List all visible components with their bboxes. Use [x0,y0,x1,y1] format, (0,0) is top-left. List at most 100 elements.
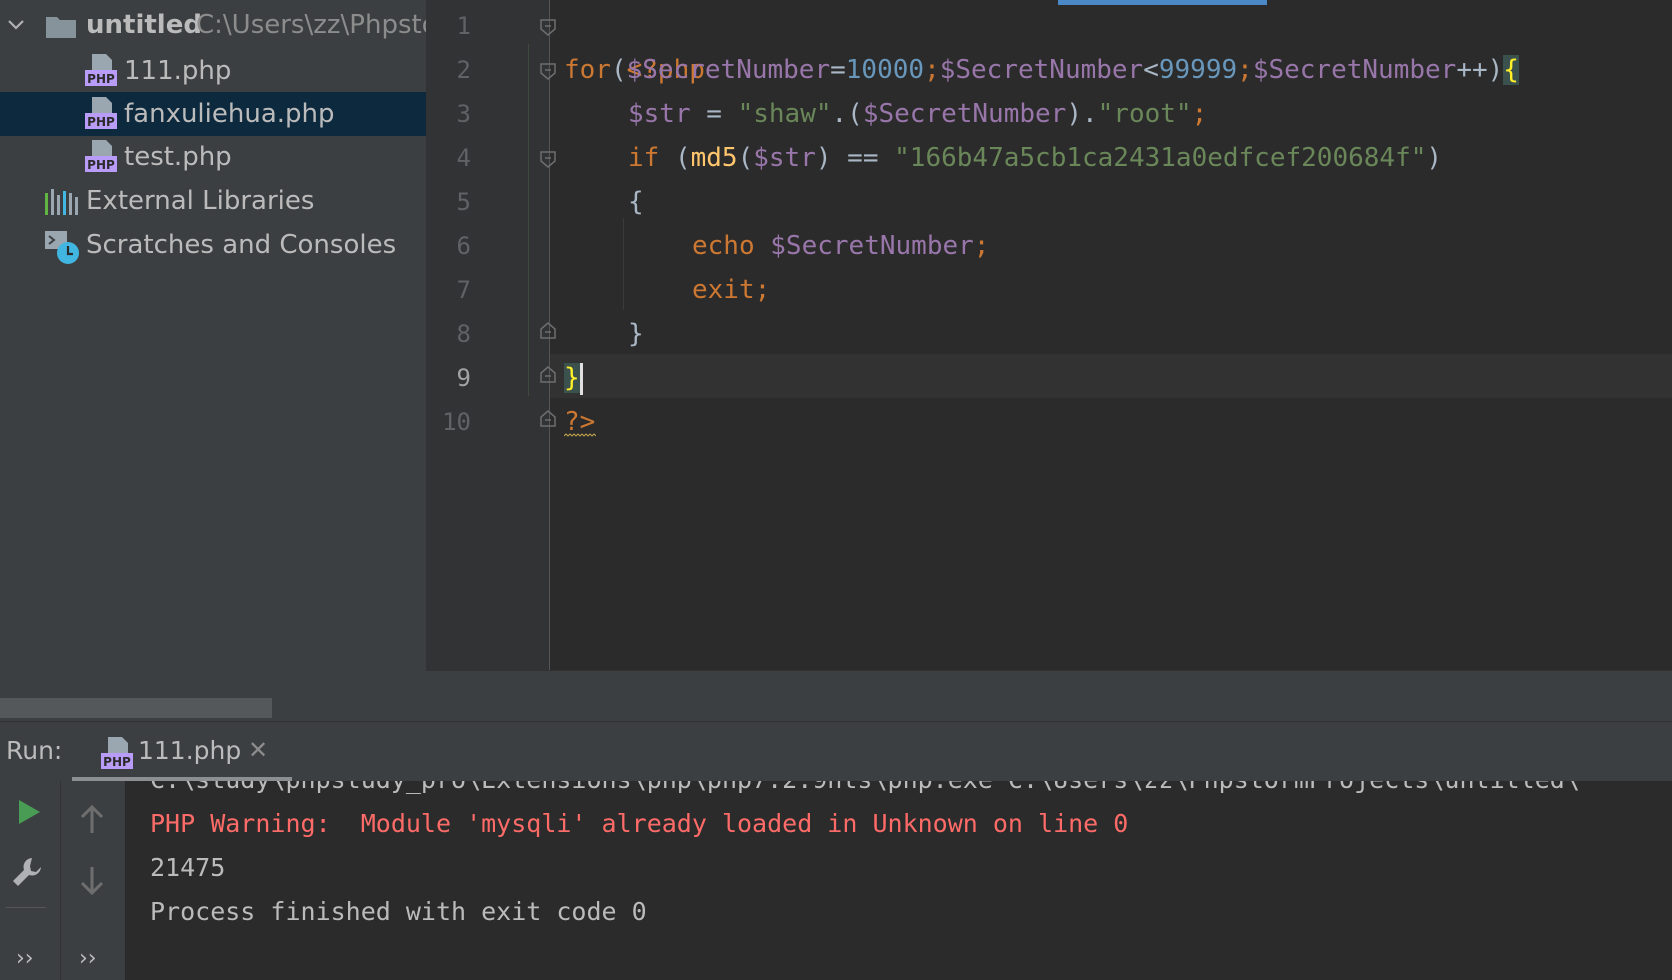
operator: ++ [1456,55,1488,85]
variable: $SecretNumber [1252,55,1457,85]
tree-file-test[interactable]: PHP test.php [0,135,426,179]
external-libraries-label: External Libraries [86,186,315,216]
project-horizontal-scrollbar[interactable] [0,698,272,718]
semicolon: ; [1237,55,1253,85]
svg-text:PHP: PHP [87,115,115,129]
wrench-icon[interactable] [10,855,44,889]
line-number: 3 [456,100,471,128]
console-command-line: C:\study\phpstudy_pro\Extensions\php\php… [150,781,1580,794]
variable: $SecretNumber [862,99,1067,129]
number: 99999 [1158,55,1238,85]
operator: < [1143,55,1159,85]
function-md5: md5 [690,143,738,173]
line-number: 10 [442,408,471,436]
run-tab-111[interactable]: PHP 111.php ✕ [72,722,292,782]
run-tab-label: 111.php [138,736,242,765]
run-icon[interactable] [12,795,46,829]
console-warning-line: PHP Warning: Module 'mysqli' already loa… [150,809,1129,838]
code-line-7: exit; [692,268,770,312]
semicolon: ; [754,275,771,305]
code-line-2: for($SecretNumber=10000;$SecretNumber<99… [564,48,1519,92]
text-caret [579,362,583,395]
number: 10000 [845,55,925,85]
tree-file-111[interactable]: PHP 111.php [0,49,426,93]
operator: ) == [815,143,895,173]
current-line-highlight [550,354,1672,398]
editor-gutter: 1 2 3 4 5 6 7 8 9 10 [426,0,556,670]
punct: ( [737,143,754,173]
punct: .( [831,99,863,129]
tree-scratches[interactable]: Scratches and Consoles [0,223,426,267]
active-tab-indicator [1058,0,1267,5]
fold-marker-icon[interactable] [539,18,557,36]
root-path: C:\Users\zz\Phpstor [196,10,426,40]
fold-marker-icon[interactable] [539,150,557,168]
string: "root" [1097,99,1192,129]
php-file-icon: PHP [85,54,117,86]
scratches-label: Scratches and Consoles [86,230,397,260]
line-number: 8 [456,320,471,348]
line-number: 2 [456,56,471,84]
close-icon[interactable]: ✕ [248,736,268,764]
php-file-icon: PHP [101,737,133,769]
tree-external-libraries[interactable]: External Libraries [0,179,426,223]
console-exit-line: Process finished with exit code 0 [150,897,647,926]
arrow-down-icon[interactable] [75,863,109,897]
variable: $str [628,99,691,129]
punct: ). [1066,99,1098,129]
variable: $SecretNumber [939,55,1144,85]
line-number: 7 [456,276,471,304]
keyword-if: if [628,143,660,173]
punct: ) [1426,143,1443,173]
semicolon: ; [1191,99,1208,129]
more-actions-icon[interactable]: ›› [79,946,97,971]
more-actions-icon[interactable]: ›› [16,946,34,971]
line-number: 6 [456,232,471,260]
fold-marker-icon[interactable] [539,62,557,80]
run-toolbar-primary: ›› [0,781,60,980]
keyword-echo: echo [692,231,755,261]
code-line-5: { [628,180,644,224]
run-console[interactable]: C:\study\phpstudy_pro\Extensions\php\php… [125,781,1672,980]
line-number: 5 [456,188,471,216]
run-tool-window-header: Run: PHP 111.php ✕ [0,721,1672,782]
operator: = [690,99,738,129]
tree-file-label: fanxuliehua.php [124,99,335,129]
string-hash: "166b47a5cb1ca2431a0edfcef200684f" [894,143,1427,173]
code-line-3: $str = "shaw".($SecretNumber)."root"; [628,92,1207,136]
code-line-10: ?> [564,400,595,444]
operator: = [830,55,846,85]
tree-root-untitled[interactable]: untitled C:\Users\zz\Phpstor [0,3,426,47]
variable: $str [753,143,816,173]
line-number-current: 9 [456,364,471,392]
folder-icon [46,17,76,38]
root-name: untitled [86,10,202,40]
code-line-4: if (md5($str) == "166b47a5cb1ca2431a0edf… [628,136,1442,180]
code-editor[interactable]: 1 2 3 4 5 6 7 8 9 10 <?php for($SecretNu… [426,0,1672,670]
matched-brace: } [564,363,580,393]
brace: { [628,187,644,217]
fold-end-marker-icon[interactable] [539,410,557,428]
warning-underline [564,433,596,437]
fold-end-marker-icon[interactable] [539,366,557,384]
arrow-up-icon[interactable] [75,803,109,837]
tree-file-fanxuliehua[interactable]: PHP fanxuliehua.php [0,92,426,136]
code-line-1: <?php [564,4,705,85]
library-icon [45,189,78,215]
fold-end-marker-icon[interactable] [539,322,557,340]
brace: } [628,319,644,349]
run-label: Run: [6,736,63,765]
line-number: 1 [456,12,471,40]
editor-bottom-strip [426,670,1672,722]
code-line-6: echo $SecretNumber; [692,224,989,268]
scope-indent-guide [528,44,529,396]
chevron-down-icon[interactable] [6,15,26,35]
line-number: 4 [456,144,471,172]
punct: ( [659,143,691,173]
code-line-9: } [564,356,583,400]
tree-file-label: 111.php [124,56,232,86]
tree-file-label: test.php [124,142,232,172]
project-tool-window: untitled C:\Users\zz\Phpstor PHP 111.php… [0,0,426,721]
indent-guide [623,218,624,310]
